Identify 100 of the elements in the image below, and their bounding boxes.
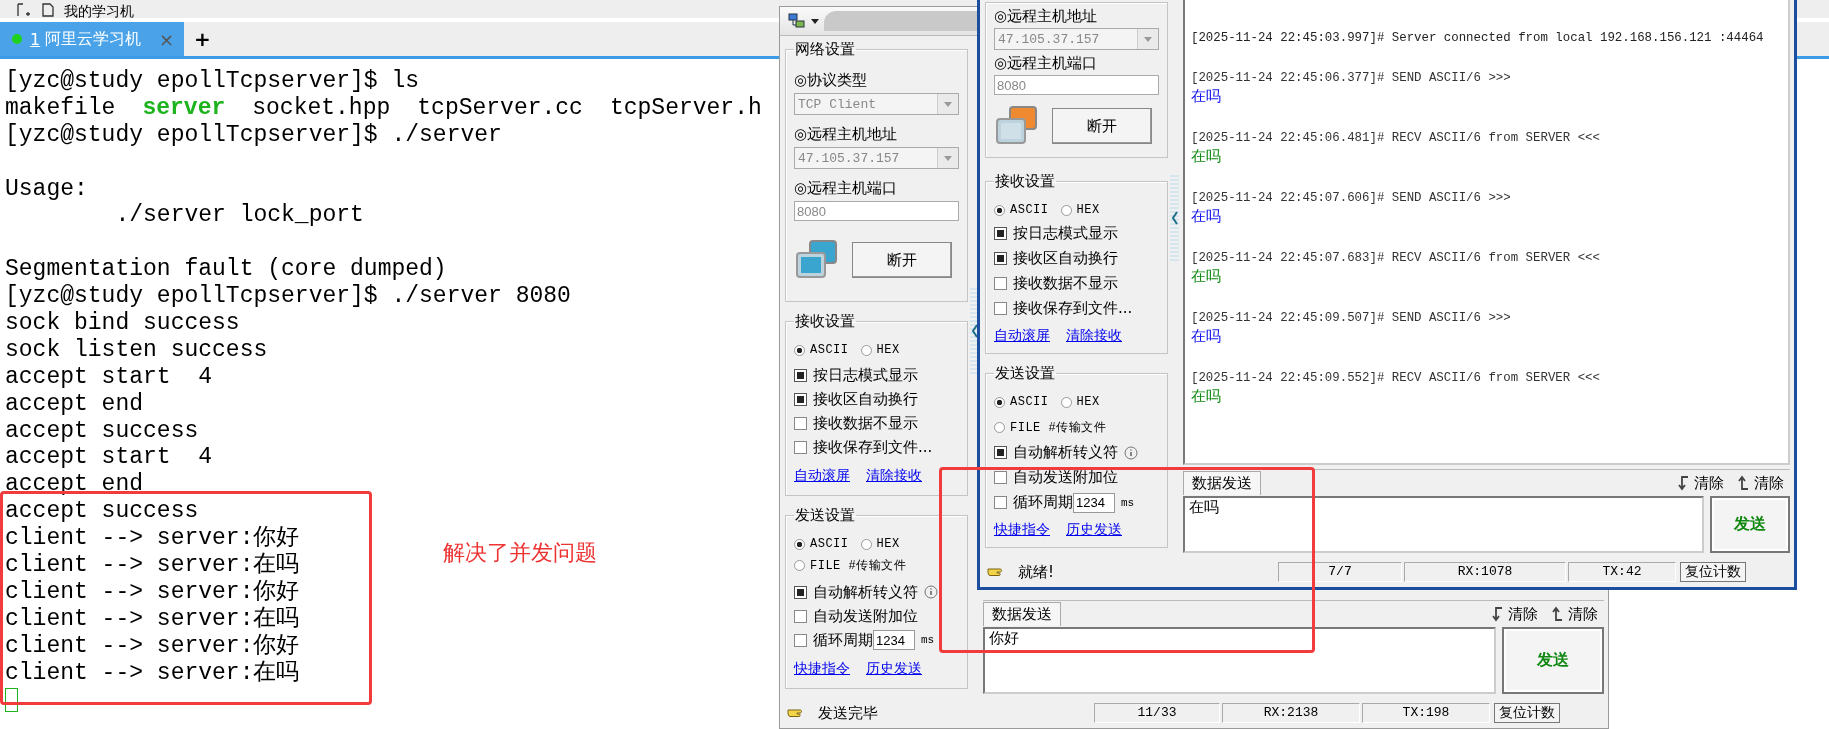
send-button[interactable]: 发送 bbox=[1502, 627, 1604, 694]
terminal-line: ./server lock_port bbox=[114, 202, 364, 230]
radio-button[interactable] bbox=[794, 344, 805, 356]
text-link[interactable]: 自动滚屏 bbox=[794, 467, 850, 485]
field-label: ◎远程主机端口 bbox=[794, 179, 899, 198]
terminal-line: [yzc@study epollTcpserver]$ ./server bbox=[5, 121, 502, 149]
document-icon bbox=[40, 2, 56, 18]
radio-button[interactable] bbox=[860, 344, 872, 356]
counter: TX:42 bbox=[1568, 562, 1676, 582]
text-link[interactable]: 快捷指令 bbox=[794, 660, 850, 678]
radio-button[interactable] bbox=[1060, 204, 1072, 216]
radio-button[interactable] bbox=[860, 538, 872, 550]
radio-button[interactable] bbox=[994, 396, 1005, 408]
message-field[interactable]: 你好 bbox=[983, 627, 1496, 694]
port-field[interactable]: 8080 bbox=[794, 201, 959, 221]
port-field[interactable]: 8080 bbox=[994, 75, 1159, 95]
radio-label: HEX bbox=[876, 343, 900, 357]
checkbox-label: 接收数据不显示 bbox=[1013, 274, 1118, 293]
disconnect-button[interactable]: 断开 bbox=[852, 242, 952, 278]
checkbox[interactable] bbox=[994, 446, 1007, 459]
field-label: ◎远程主机地址 bbox=[794, 125, 899, 144]
radio-button[interactable] bbox=[794, 560, 805, 571]
log-header: [2025-11-24 22:45:09.507]# SEND ASCII/6 >>> bbox=[1191, 310, 1512, 327]
checkbox[interactable] bbox=[794, 585, 807, 599]
new-tab-button[interactable]: + bbox=[184, 22, 221, 56]
chevron-left-icon bbox=[970, 324, 979, 338]
annotation-text: 解决了并发问题 bbox=[443, 539, 597, 567]
workspace-label: 我的学习机 bbox=[64, 4, 134, 18]
group-title: 接收设置 bbox=[994, 172, 1056, 191]
period-field[interactable]: 1234 bbox=[1073, 492, 1115, 513]
terminal-line: sock bind success bbox=[5, 310, 240, 337]
radio-label: FILE #传输文件 bbox=[810, 558, 907, 574]
radio-button[interactable] bbox=[994, 422, 1005, 433]
checkbox-label: 接收数据不显示 bbox=[813, 413, 918, 433]
checkbox[interactable] bbox=[794, 633, 807, 647]
terminal-line: client --> server:你好 bbox=[5, 525, 300, 552]
radio-button[interactable] bbox=[1060, 396, 1072, 408]
radio-label: ASCII bbox=[1010, 395, 1049, 409]
log-header: [2025-11-24 22:45:06.377]# SEND ASCII/6 >>> bbox=[1191, 70, 1512, 87]
period-field[interactable]: 1234 bbox=[873, 630, 915, 650]
checkbox[interactable] bbox=[994, 302, 1007, 315]
clear-button[interactable]: 清除 bbox=[1484, 604, 1544, 624]
terminal-line: accept start 4 bbox=[5, 444, 213, 472]
send-button[interactable]: 发送 bbox=[1710, 496, 1790, 553]
executable-name: server bbox=[142, 94, 226, 121]
text-link[interactable]: 历史发送 bbox=[1066, 521, 1122, 539]
unit-label: ms bbox=[1121, 496, 1135, 509]
text-link[interactable]: 清除接收 bbox=[866, 467, 922, 485]
checkbox-label: 自动发送附加位 bbox=[1013, 468, 1118, 487]
checkbox[interactable] bbox=[794, 440, 807, 454]
checkbox-label: 接收区自动换行 bbox=[813, 389, 918, 409]
clear-button[interactable]: 清除 bbox=[1730, 473, 1790, 493]
panel-tab[interactable]: 数据发送 bbox=[1183, 471, 1261, 495]
message-field[interactable]: 在吗 bbox=[1183, 496, 1704, 553]
radio-button[interactable] bbox=[994, 204, 1005, 216]
counter: 11/33 bbox=[1094, 703, 1220, 723]
field-label: ◎远程主机端口 bbox=[994, 54, 1099, 73]
terminal-line: client --> server:在吗 bbox=[5, 552, 300, 579]
network-icon bbox=[788, 13, 806, 29]
log-message: 在吗 bbox=[1191, 88, 1222, 108]
caret-icon bbox=[810, 16, 820, 26]
checkbox[interactable] bbox=[994, 227, 1007, 240]
file-name: tcpServer.h bbox=[609, 94, 762, 121]
panel-tab[interactable]: 数据发送 bbox=[983, 602, 1061, 626]
status-text: 发送完毕 bbox=[818, 703, 878, 723]
text-link[interactable]: 快捷指令 bbox=[994, 521, 1050, 539]
checkbox[interactable] bbox=[994, 471, 1007, 484]
checkbox[interactable] bbox=[794, 416, 807, 430]
terminal-line: client --> server:在吗 bbox=[5, 605, 300, 633]
terminal-line: accept success bbox=[5, 417, 199, 445]
checkbox[interactable] bbox=[994, 252, 1007, 265]
counter: 7/7 bbox=[1278, 562, 1402, 582]
text-link[interactable]: 清除接收 bbox=[1066, 327, 1122, 345]
caret-icon bbox=[937, 148, 958, 168]
checkbox-label: 自动解析转义符 bbox=[813, 582, 918, 602]
group-title: 发送设置 bbox=[994, 364, 1056, 383]
radio-button[interactable] bbox=[794, 538, 805, 550]
checkbox[interactable] bbox=[794, 392, 807, 406]
checkbox[interactable] bbox=[994, 277, 1007, 290]
checkbox[interactable] bbox=[794, 368, 807, 382]
reset-button[interactable]: 复位计数 bbox=[1494, 703, 1560, 723]
terminal-line: [yzc@study epollTcpserver]$ ./server 8080 bbox=[5, 283, 571, 310]
checkbox-label: 循环周期 bbox=[813, 630, 873, 650]
checkbox-label: 接收区自动换行 bbox=[1013, 249, 1118, 268]
checkbox-label: 自动发送附加位 bbox=[813, 606, 918, 626]
terminal-line: [yzc@study epollTcpserver]$ ls bbox=[5, 68, 420, 95]
checkbox[interactable] bbox=[794, 609, 807, 623]
checkbox-label: 接收保存到文件... bbox=[1013, 299, 1133, 318]
text-link[interactable]: 自动滚屏 bbox=[994, 327, 1050, 345]
reset-button[interactable]: 复位计数 bbox=[1680, 562, 1746, 582]
counter: TX:198 bbox=[1362, 703, 1490, 723]
radio-label: ASCII bbox=[810, 343, 849, 357]
checkbox-label: 按日志模式显示 bbox=[1013, 224, 1118, 243]
checkbox[interactable] bbox=[994, 496, 1007, 509]
clear-button[interactable]: 清除 bbox=[1670, 473, 1730, 493]
clear-button[interactable]: 清除 bbox=[1544, 604, 1604, 624]
terminal-line: client --> server:在吗 bbox=[5, 659, 300, 687]
radio-label: ASCII bbox=[810, 537, 849, 551]
text-link[interactable]: 历史发送 bbox=[866, 660, 922, 678]
disconnect-button[interactable]: 断开 bbox=[1052, 108, 1152, 144]
